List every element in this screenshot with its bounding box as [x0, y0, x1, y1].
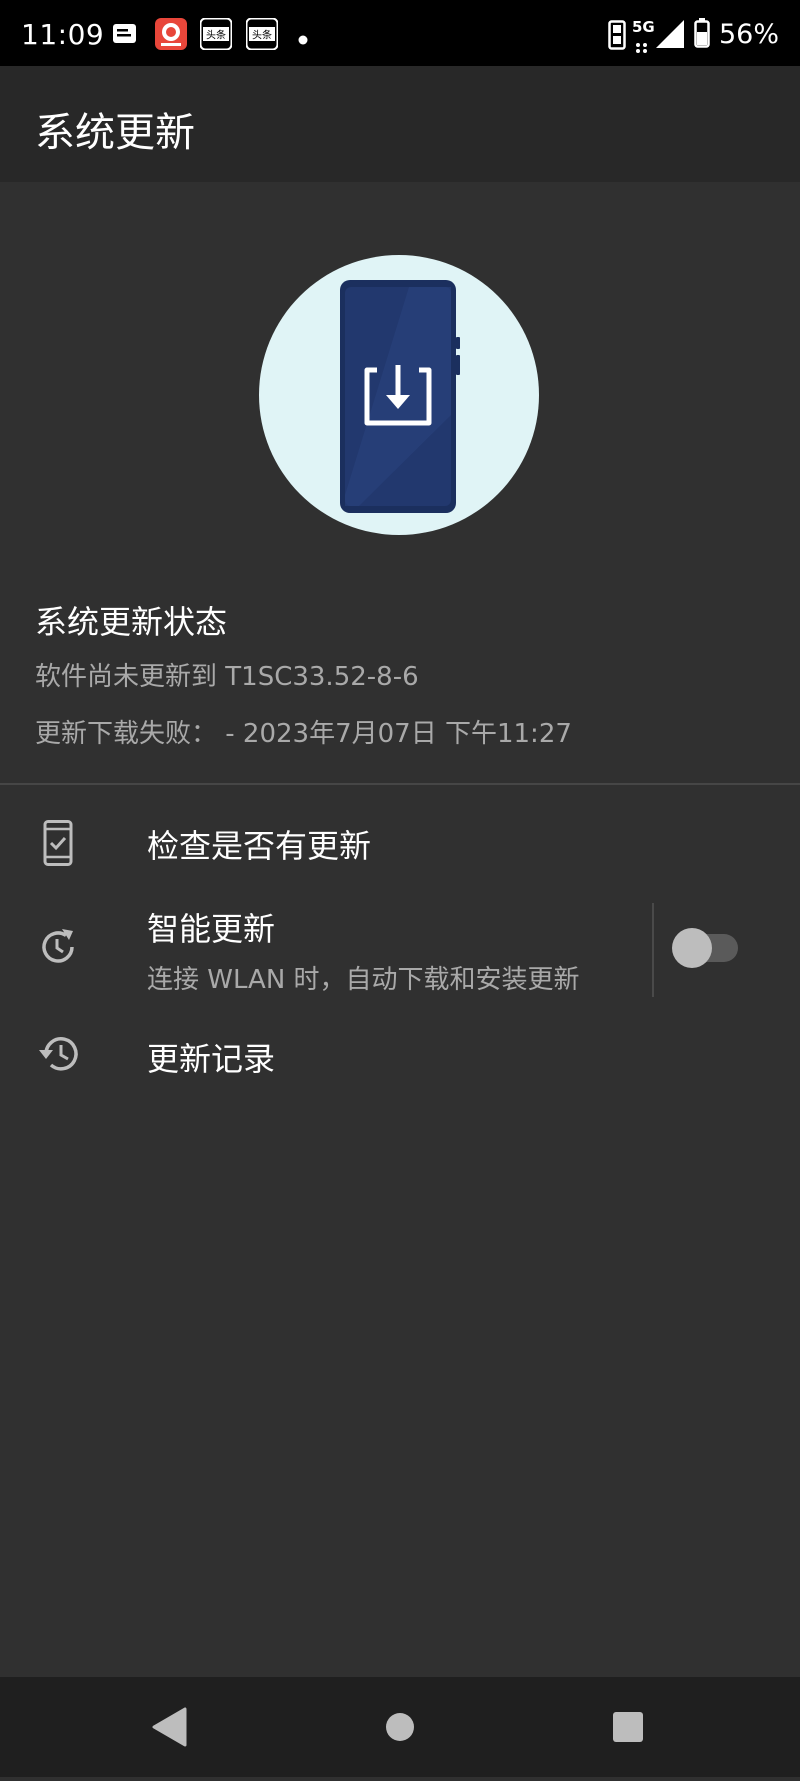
update-status-version: 软件尚未更新到 T1SC33.52-8-6	[35, 662, 419, 692]
status-time: 11:09	[21, 18, 105, 51]
check-updates-item[interactable]: 检查是否有更新	[0, 800, 800, 886]
update-status-title: 系统更新状态	[35, 603, 228, 641]
update-history-item[interactable]: 更新记录	[0, 1010, 800, 1096]
toutiao-label: 头条	[252, 29, 272, 42]
toutiao-label: 头条	[206, 29, 226, 42]
toggle-thumb	[672, 928, 712, 968]
page-title: 系统更新	[35, 110, 195, 156]
phone-check-icon	[36, 820, 80, 870]
schedule-update-icon	[36, 925, 80, 973]
signal-icon	[656, 20, 684, 52]
home-icon	[386, 1713, 414, 1741]
smart-update-toggle[interactable]	[672, 928, 740, 968]
message-icon	[112, 18, 138, 54]
back-icon	[152, 1707, 187, 1747]
smart-update-description: 连接 WLAN 时，自动下载和安装更新	[147, 965, 580, 995]
divider	[0, 783, 800, 785]
history-icon	[36, 1032, 82, 1080]
status-bar: 11:09 头条 头条 5G 56%	[0, 0, 800, 66]
recents-button[interactable]	[578, 1677, 678, 1777]
app-bar: 系统更新	[0, 66, 800, 182]
back-button[interactable]	[120, 1677, 220, 1777]
toutiao-icon: 头条	[199, 17, 233, 54]
phone-download-icon	[340, 280, 460, 513]
smart-update-label: 智能更新	[147, 910, 276, 948]
status-indicators: 5G 56%	[600, 0, 800, 66]
dot-icon	[298, 30, 308, 49]
toggle-separator	[652, 903, 654, 997]
home-button[interactable]	[350, 1677, 450, 1777]
toutiao-icon: 头条	[245, 17, 279, 54]
battery-icon	[694, 18, 710, 52]
network-type: 5G	[632, 18, 655, 36]
sim-card-icon	[608, 20, 626, 54]
battery-percentage: 56%	[718, 19, 779, 50]
navigation-bar	[0, 1677, 800, 1777]
check-updates-label: 检查是否有更新	[147, 827, 372, 865]
update-history-label: 更新记录	[147, 1040, 276, 1078]
data-activity-icon	[634, 38, 650, 57]
app-icon	[155, 18, 187, 54]
update-status-failure: 更新下载失败： - 2023年7月07日 下午11:27	[35, 719, 572, 749]
recents-icon	[613, 1712, 643, 1742]
system-update-illustration	[259, 255, 539, 535]
